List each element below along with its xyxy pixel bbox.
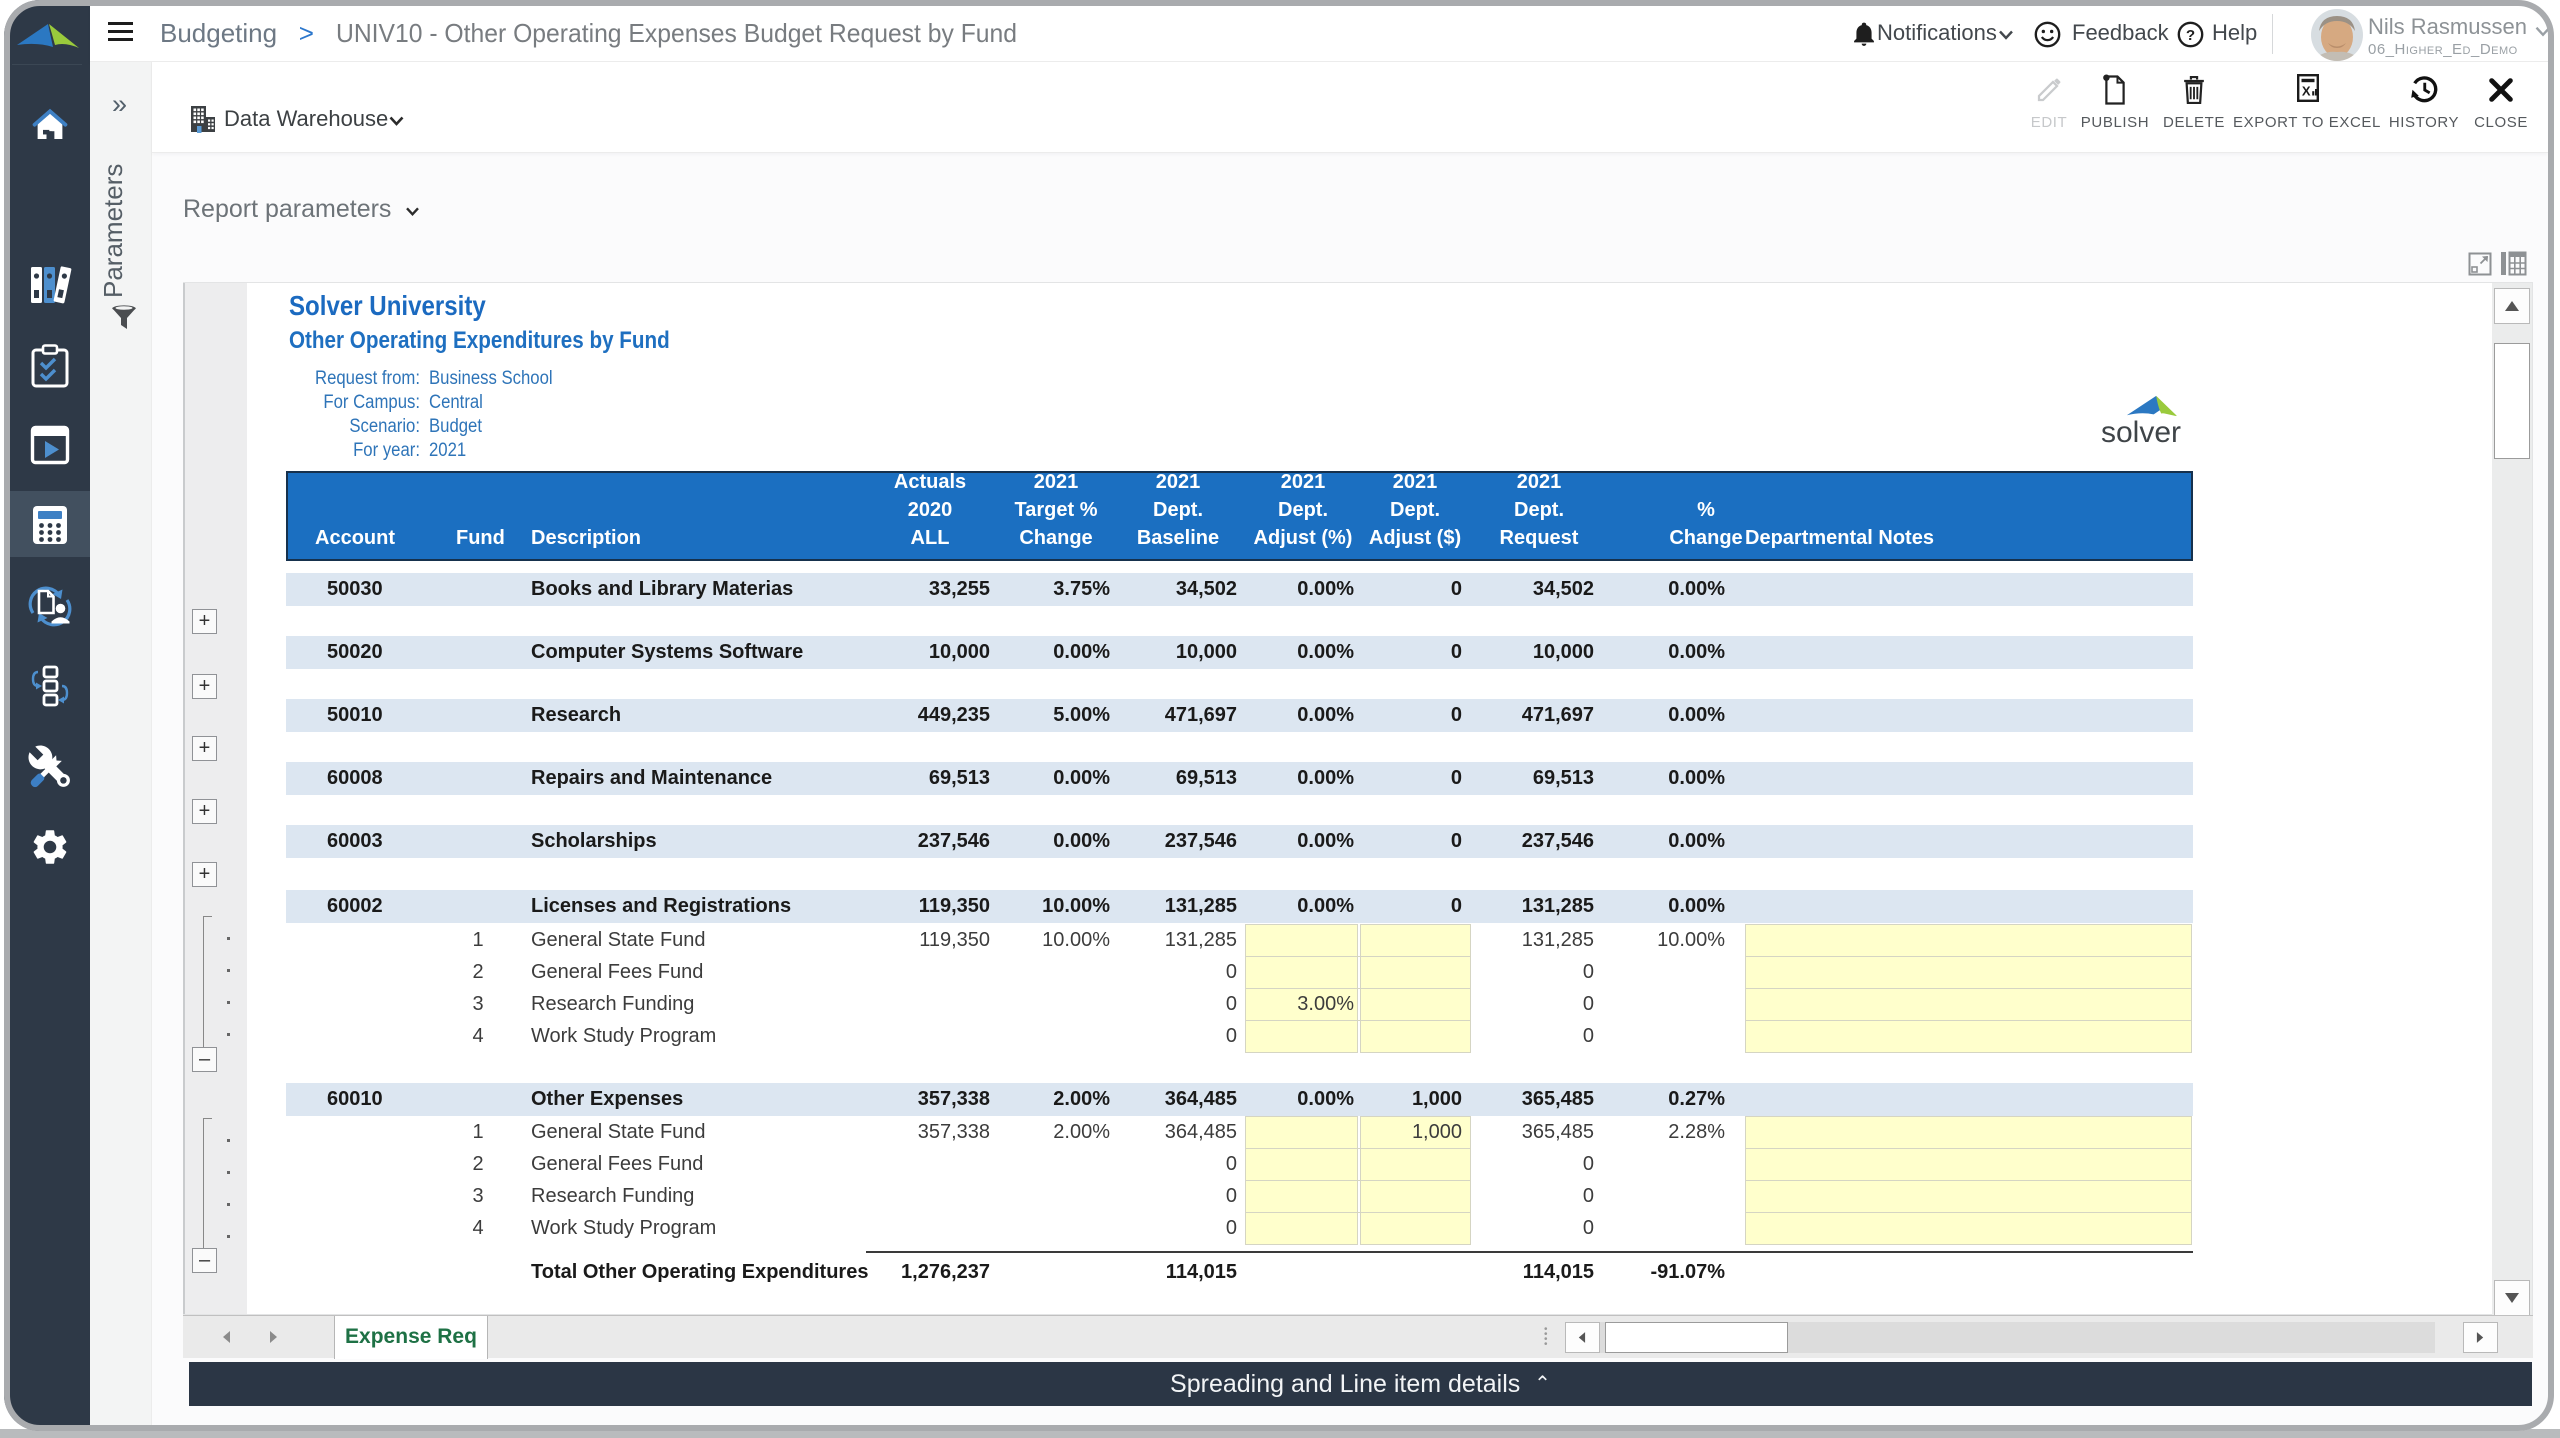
svg-text:?: ? xyxy=(2186,27,2195,44)
svg-text:X: X xyxy=(2302,84,2311,99)
